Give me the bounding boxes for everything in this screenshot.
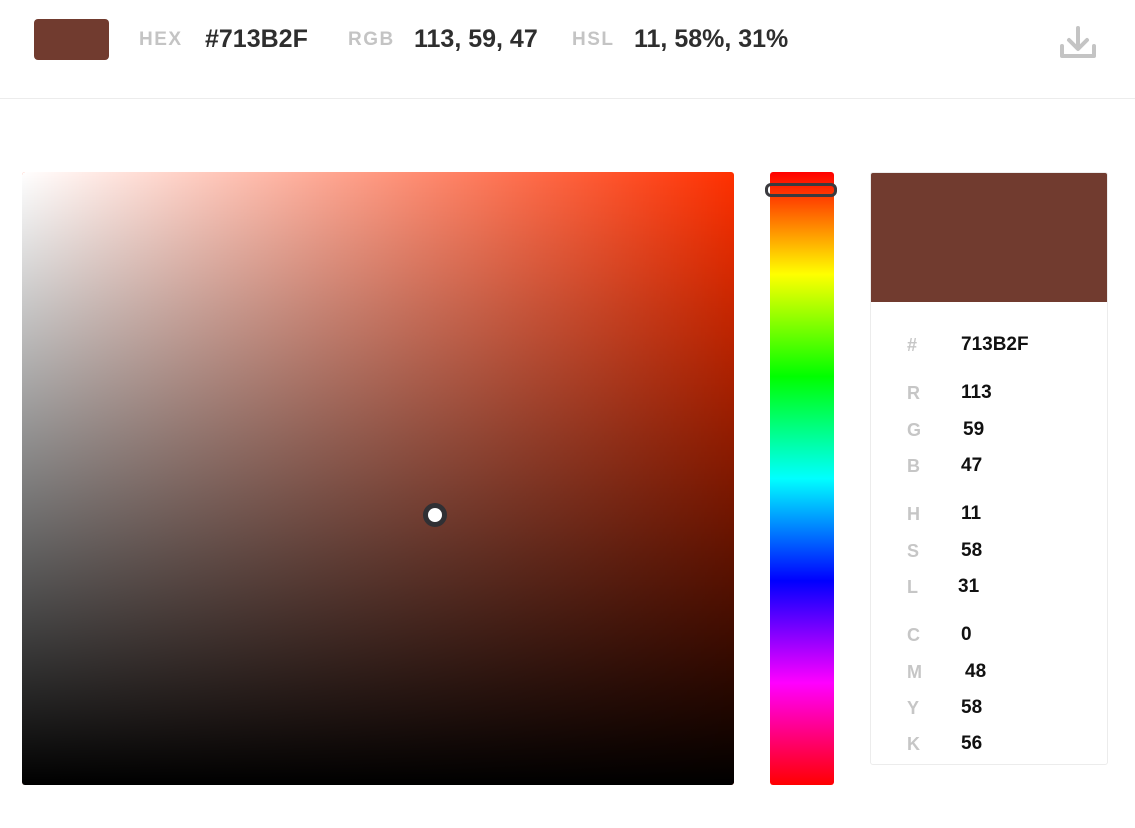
rgb-label: RGB [348, 29, 395, 50]
yellow-value[interactable]: 58 [961, 697, 982, 719]
color-values-panel: # 713B2F R 113 G 59 B 47 H 11 S 58 L 31 … [870, 172, 1108, 765]
magenta-label: M [907, 662, 922, 682]
color-swatch-preview [34, 19, 109, 60]
hex-field-label: # [907, 335, 918, 355]
rgb-value[interactable]: 113, 59, 47 [414, 25, 538, 54]
red-value[interactable]: 113 [961, 382, 992, 404]
hue-value[interactable]: 11 [961, 503, 981, 525]
hex-value[interactable]: #713B2F [205, 25, 308, 54]
lightness-label: L [907, 577, 918, 597]
hsl-label: HSL [572, 29, 615, 50]
hue-label: H [907, 504, 920, 524]
magenta-value[interactable]: 48 [965, 661, 986, 683]
hex-label: HEX [139, 29, 183, 50]
top-bar: HEX #713B2F RGB 113, 59, 47 HSL 11, 58%,… [0, 0, 1135, 99]
blue-value[interactable]: 47 [961, 455, 982, 477]
saturation-value-picker[interactable] [22, 172, 734, 785]
black-key-value[interactable]: 56 [961, 733, 982, 755]
hue-slider[interactable] [765, 172, 837, 785]
value-gradient [22, 172, 734, 785]
yellow-label: Y [907, 698, 920, 718]
red-label: R [907, 383, 920, 403]
hue-slider-handle[interactable] [765, 183, 837, 198]
download-button[interactable] [1058, 24, 1098, 62]
green-label: G [907, 420, 922, 440]
cyan-value[interactable]: 0 [961, 624, 972, 646]
saturation-value[interactable]: 58 [961, 540, 982, 562]
black-key-label: K [907, 734, 920, 754]
green-value[interactable]: 59 [963, 419, 984, 441]
lightness-value[interactable]: 31 [958, 576, 979, 598]
blue-label: B [907, 456, 920, 476]
hsl-value[interactable]: 11, 58%, 31% [634, 25, 788, 54]
download-icon [1060, 26, 1096, 58]
color-picker-handle[interactable] [422, 503, 447, 528]
color-swatch-large [871, 173, 1107, 302]
hex-field-value[interactable]: 713B2F [961, 334, 1029, 356]
cyan-label: C [907, 625, 920, 645]
saturation-label: S [907, 541, 920, 561]
